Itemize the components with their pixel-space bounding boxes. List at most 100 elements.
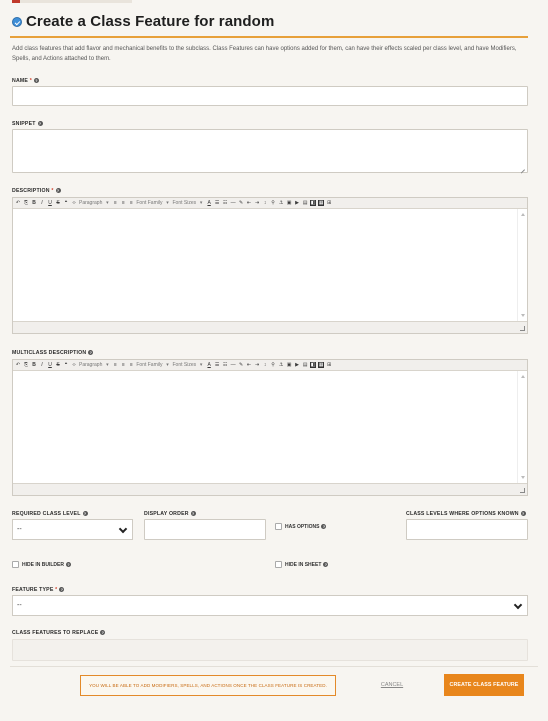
text-direction-icon[interactable]: ↕ bbox=[262, 200, 268, 206]
text-direction-icon[interactable]: ↕ bbox=[262, 362, 268, 368]
font-sizes-dropdown[interactable]: Font Sizes bbox=[172, 200, 196, 206]
anchor-icon[interactable]: ⚓ bbox=[278, 200, 284, 206]
description-label: DESCRIPTION *? bbox=[12, 188, 61, 194]
chevron-down-icon: ▾ bbox=[166, 362, 169, 368]
anchor-icon[interactable]: ⚓ bbox=[278, 362, 284, 368]
snippet-textarea[interactable] bbox=[12, 129, 528, 173]
multiclass-editor[interactable]: ↶ ⎘ B I U S ❝ ‹› Paragraph ▾ ≡ ≡ ≡ Font F… bbox=[12, 359, 528, 496]
horizontal-rule-icon[interactable]: — bbox=[230, 200, 236, 206]
name-input[interactable] bbox=[12, 86, 528, 106]
footer-divider bbox=[10, 666, 538, 667]
feature-type-select[interactable]: -- bbox=[12, 595, 528, 616]
required-mark: * bbox=[55, 587, 58, 593]
description-editor[interactable]: ↶ ⎘ B I U S ❝ ‹› Paragraph ▾ ≡ ≡ ≡ Font F… bbox=[12, 197, 528, 334]
table-icon[interactable]: ⊞ bbox=[326, 200, 332, 206]
undo-icon[interactable]: ↶ bbox=[15, 200, 21, 206]
media-icon[interactable]: ▶ bbox=[294, 362, 300, 368]
indent-icon[interactable]: ⇥ bbox=[254, 362, 260, 368]
create-class-feature-button[interactable]: CREATE CLASS FEATURE bbox=[444, 674, 524, 696]
has-options-checkbox[interactable] bbox=[275, 523, 282, 530]
copy-icon[interactable]: ⎘ bbox=[23, 362, 29, 368]
code-icon[interactable]: ‹› bbox=[71, 200, 77, 206]
strikethrough-icon[interactable]: S bbox=[55, 362, 61, 368]
editor-content-area[interactable] bbox=[13, 209, 527, 321]
link-icon[interactable]: ⚲ bbox=[270, 200, 276, 206]
align-center-icon[interactable]: ≡ bbox=[120, 362, 126, 368]
resize-grip-icon[interactable] bbox=[520, 326, 525, 331]
replace-multiselect[interactable] bbox=[12, 639, 528, 661]
font-sizes-dropdown[interactable]: Font Sizes bbox=[172, 362, 196, 368]
copy-icon[interactable]: ⎘ bbox=[23, 200, 29, 206]
editor-content-area[interactable] bbox=[13, 371, 527, 483]
paragraph-dropdown[interactable]: Paragraph bbox=[79, 200, 102, 206]
text-color-icon[interactable]: A bbox=[206, 200, 212, 206]
quote-icon[interactable]: ❝ bbox=[63, 200, 69, 206]
help-icon: ? bbox=[190, 511, 196, 517]
resize-grip-icon[interactable] bbox=[520, 488, 525, 493]
resize-grip-icon[interactable] bbox=[520, 165, 526, 171]
bold-icon[interactable]: B bbox=[31, 362, 37, 368]
top-strip-marker bbox=[12, 0, 20, 3]
font-family-dropdown[interactable]: Font Family bbox=[136, 362, 162, 368]
numbered-list-icon[interactable]: ☷ bbox=[222, 362, 228, 368]
bullet-list-icon[interactable]: ☰ bbox=[214, 200, 220, 206]
align-left-icon[interactable]: ≡ bbox=[112, 362, 118, 368]
media-icon[interactable]: ▶ bbox=[294, 200, 300, 206]
font-family-dropdown[interactable]: Font Family bbox=[136, 200, 162, 206]
cancel-button[interactable]: CANCEL bbox=[374, 675, 410, 696]
scroll-down-icon[interactable] bbox=[521, 314, 525, 317]
align-right-icon[interactable]: ≡ bbox=[128, 200, 134, 206]
strikethrough-icon[interactable]: S bbox=[55, 200, 61, 206]
page-header: Create a Class Feature for random bbox=[10, 12, 528, 38]
editor-scrollbar[interactable] bbox=[517, 371, 527, 483]
required-level-value: -- bbox=[17, 526, 22, 533]
underline-icon[interactable]: U bbox=[47, 200, 53, 206]
display-order-input[interactable] bbox=[144, 519, 266, 540]
numbered-list-icon[interactable]: ☷ bbox=[222, 200, 228, 206]
editor-toolbar: ↶ ⎘ B I U S ❝ ‹› Paragraph ▾ ≡ ≡ ≡ Font F… bbox=[13, 198, 527, 209]
outdent-icon[interactable]: ⇤ bbox=[246, 362, 252, 368]
hide-builder-checkbox[interactable] bbox=[12, 561, 19, 568]
intro-text: Add class features that add flavor and m… bbox=[12, 46, 517, 62]
hide-builder-label-text: HIDE IN BUILDER bbox=[22, 562, 64, 568]
paragraph-dropdown[interactable]: Paragraph bbox=[79, 362, 102, 368]
scroll-up-icon[interactable] bbox=[521, 213, 525, 216]
info-circle-icon bbox=[12, 17, 22, 27]
help-icon: ? bbox=[33, 78, 39, 84]
image-icon[interactable]: ▣ bbox=[286, 200, 292, 206]
document-icon[interactable]: ▤ bbox=[302, 200, 308, 206]
text-color-icon[interactable]: A bbox=[206, 362, 212, 368]
scroll-up-icon[interactable] bbox=[521, 375, 525, 378]
clear-format-icon[interactable]: ✎ bbox=[238, 200, 244, 206]
undo-icon[interactable]: ↶ bbox=[15, 362, 21, 368]
quote-icon[interactable]: ❝ bbox=[63, 362, 69, 368]
bullet-list-icon[interactable]: ☰ bbox=[214, 362, 220, 368]
align-right-icon[interactable]: ≡ bbox=[128, 362, 134, 368]
link-icon[interactable]: ⚲ bbox=[270, 362, 276, 368]
align-center-icon[interactable]: ≡ bbox=[120, 200, 126, 206]
outdent-icon[interactable]: ⇤ bbox=[246, 200, 252, 206]
table-icon[interactable]: ⊞ bbox=[326, 362, 332, 368]
image-icon[interactable]: ▣ bbox=[286, 362, 292, 368]
fullscreen-icon[interactable]: ▦ bbox=[318, 200, 325, 206]
align-left-icon[interactable]: ≡ bbox=[112, 200, 118, 206]
hide-sheet-checkbox[interactable] bbox=[275, 561, 282, 568]
underline-icon[interactable]: U bbox=[47, 362, 53, 368]
italic-icon[interactable]: I bbox=[39, 362, 45, 368]
scroll-down-icon[interactable] bbox=[521, 476, 525, 479]
horizontal-rule-icon[interactable]: — bbox=[230, 362, 236, 368]
required-level-label: REQUIRED CLASS LEVEL? bbox=[12, 511, 88, 517]
levels-known-input[interactable] bbox=[406, 519, 528, 540]
bold-icon[interactable]: B bbox=[31, 200, 37, 206]
code-icon[interactable]: ‹› bbox=[71, 362, 77, 368]
indent-icon[interactable]: ⇥ bbox=[254, 200, 260, 206]
fullscreen-icon[interactable]: ▦ bbox=[318, 362, 325, 368]
source-code-icon[interactable]: ◧ bbox=[310, 200, 317, 206]
italic-icon[interactable]: I bbox=[39, 200, 45, 206]
document-icon[interactable]: ▤ bbox=[302, 362, 308, 368]
editor-scrollbar[interactable] bbox=[517, 209, 527, 321]
source-code-icon[interactable]: ◧ bbox=[310, 362, 317, 368]
description-label-text: DESCRIPTION bbox=[12, 188, 50, 194]
required-level-select[interactable]: -- bbox=[12, 519, 133, 540]
clear-format-icon[interactable]: ✎ bbox=[238, 362, 244, 368]
